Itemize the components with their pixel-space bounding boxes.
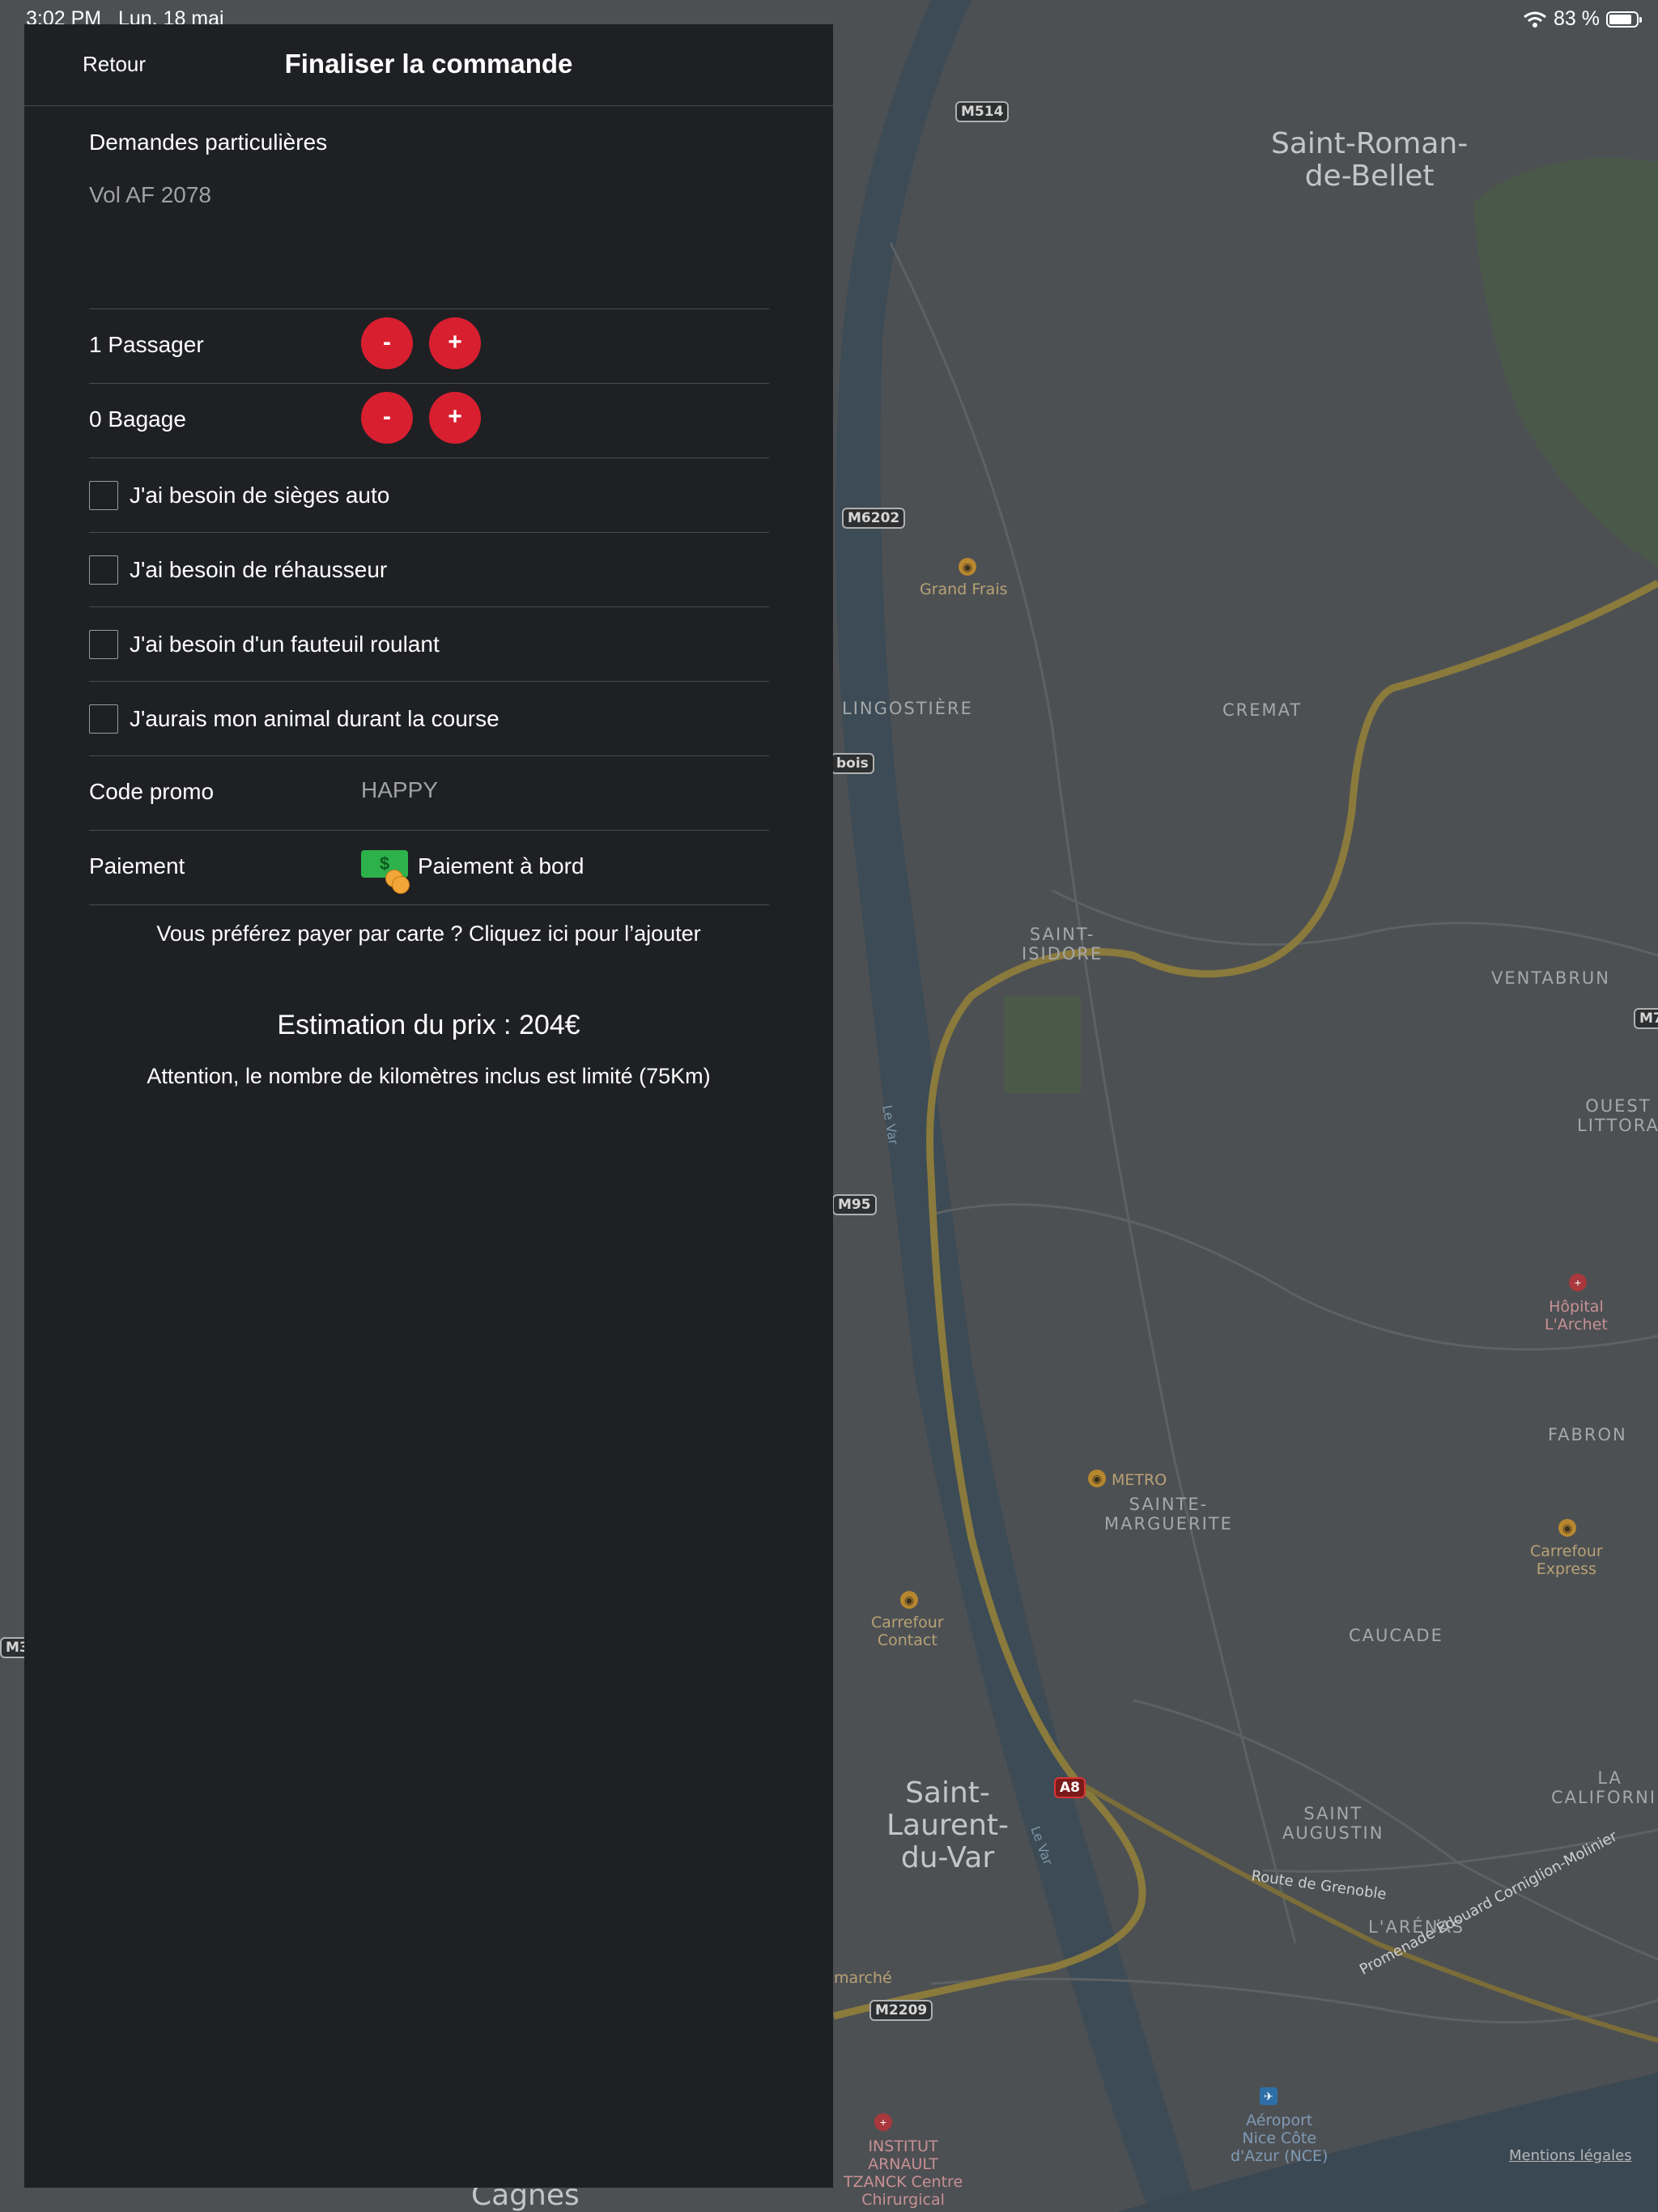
payment-label: Paiement xyxy=(89,853,185,878)
store-pin-icon[interactable]: ◉ xyxy=(1088,1470,1106,1487)
wheelchair-label: J'ai besoin d'un fauteuil roulant xyxy=(130,632,440,657)
battery-percent: 83 % xyxy=(1554,7,1600,30)
status-right: 83 % xyxy=(1523,7,1642,31)
map-label-saint-augustin: SAINT AUGUSTIN xyxy=(1282,1804,1384,1843)
km-limit-warning: Attention, le nombre de kilomètres inclu… xyxy=(147,1064,711,1088)
price-estimate: Estimation du prix : 204€ xyxy=(277,1010,580,1040)
pet-checkbox[interactable] xyxy=(89,704,118,734)
car-seats-checkbox[interactable] xyxy=(89,481,118,510)
hospital-pin-icon[interactable]: + xyxy=(1569,1274,1587,1291)
luggage-minus-button[interactable]: - xyxy=(361,392,413,444)
promo-row: Code promo xyxy=(89,755,769,831)
option-row-pet[interactable]: J'aurais mon animal durant la course xyxy=(89,681,769,756)
map-poi-carrefour-express: Carrefour Express xyxy=(1530,1542,1603,1578)
map-poi-marche: marché xyxy=(834,1969,892,1987)
map-label-ventabrun: VENTABRUN xyxy=(1491,968,1610,988)
add-card-link[interactable]: Vous préférez payer par carte ? Cliquez … xyxy=(24,921,833,946)
luggage-plus-button[interactable]: + xyxy=(429,392,481,444)
special-requests-label: Demandes particulières xyxy=(89,130,328,155)
checkout-panel: Retour Finaliser la commande Demandes pa… xyxy=(24,24,833,2188)
map-poi-grand-frais: Grand Frais xyxy=(920,581,1008,598)
hospital-pin-icon[interactable]: + xyxy=(874,2113,892,2131)
legal-link[interactable]: Mentions légales xyxy=(1509,2147,1632,2164)
map-poi-metro: METRO xyxy=(1112,1471,1167,1489)
booster-checkbox[interactable] xyxy=(89,555,118,585)
car-seats-label: J'ai besoin de sièges auto xyxy=(130,483,390,508)
road-badge-m7: M7 xyxy=(1634,1008,1658,1029)
passenger-minus-button[interactable]: - xyxy=(361,317,413,369)
option-row-booster[interactable]: J'ai besoin de réhausseur xyxy=(89,532,769,607)
luggage-row: 0 Bagage - + xyxy=(89,383,769,458)
map-label-saint-isidore: SAINT- ISIDORE xyxy=(1022,925,1103,963)
booster-label: J'ai besoin de réhausseur xyxy=(130,557,388,582)
map-label-ouest-littoral: OUEST LITTORA xyxy=(1577,1096,1658,1135)
map-poi-hopital: Hôpital L'Archet xyxy=(1545,1298,1608,1334)
pet-label: J'aurais mon animal durant la course xyxy=(130,706,500,731)
payment-row[interactable]: Paiement $ Paiement à bord xyxy=(89,830,769,905)
passenger-plus-button[interactable]: + xyxy=(429,317,481,369)
promo-code-input[interactable] xyxy=(361,777,750,803)
map-poi-carrefour-contact: Carrefour Contact xyxy=(871,1614,944,1649)
nav-bar: Retour Finaliser la commande xyxy=(24,24,833,106)
map-label-saint-roman: Saint-Roman-de-Bellet xyxy=(1271,127,1469,193)
map-label-la-californie: LA CALIFORNIE xyxy=(1551,1768,1658,1807)
road-badge-bois: bois xyxy=(831,753,874,774)
map-poi-aeroport: Aéroport Nice Côte d'Azur (NCE) xyxy=(1231,2112,1329,2165)
store-pin-icon[interactable]: ◉ xyxy=(959,558,976,576)
wifi-icon xyxy=(1524,11,1546,28)
road-badge-a8: A8 xyxy=(1054,1777,1086,1798)
page-title: Finaliser la commande xyxy=(284,49,573,79)
luggage-label: 0 Bagage xyxy=(89,406,186,432)
battery-icon xyxy=(1606,11,1642,28)
road-badge-m6202: M6202 xyxy=(842,508,906,529)
wheelchair-checkbox[interactable] xyxy=(89,630,118,659)
payment-method: Paiement à bord xyxy=(418,853,585,878)
promo-label: Code promo xyxy=(89,779,215,804)
road-badge-m2209: M2209 xyxy=(869,2000,933,2021)
passengers-label: 1 Passager xyxy=(89,332,204,357)
map-poi-institut: INSTITUT ARNAULT TZANCK Centre Chirurgical xyxy=(844,2138,963,2209)
special-requests-field[interactable] xyxy=(89,182,769,304)
option-row-wheelchair[interactable]: J'ai besoin d'un fauteuil roulant xyxy=(89,606,769,682)
road-badge-m514: M514 xyxy=(955,101,1010,122)
option-row-car-seats[interactable]: J'ai besoin de sièges auto xyxy=(89,457,769,533)
store-pin-icon[interactable]: ◉ xyxy=(1558,1519,1576,1537)
map-label-caucade: CAUCADE xyxy=(1349,1626,1443,1645)
divider xyxy=(89,904,769,905)
map-label-cremat: CREMAT xyxy=(1222,700,1303,720)
airport-pin-icon[interactable]: ✈ xyxy=(1260,2087,1278,2105)
store-pin-icon[interactable]: ◉ xyxy=(900,1591,918,1609)
cash-icon: $ xyxy=(361,847,410,894)
road-badge-m95: M95 xyxy=(832,1194,877,1215)
map-label-sainte-marguerite: SAINTE- MARGUERITE xyxy=(1104,1495,1233,1534)
coin-icon xyxy=(392,876,410,894)
map-label-saint-laurent: Saint- Laurent-du-Var xyxy=(886,1776,1010,1874)
map-label-lingostiere: LINGOSTIÈRE xyxy=(842,699,973,718)
map-label-fabron: FABRON xyxy=(1548,1425,1627,1444)
passengers-row: 1 Passager - + xyxy=(89,308,769,384)
